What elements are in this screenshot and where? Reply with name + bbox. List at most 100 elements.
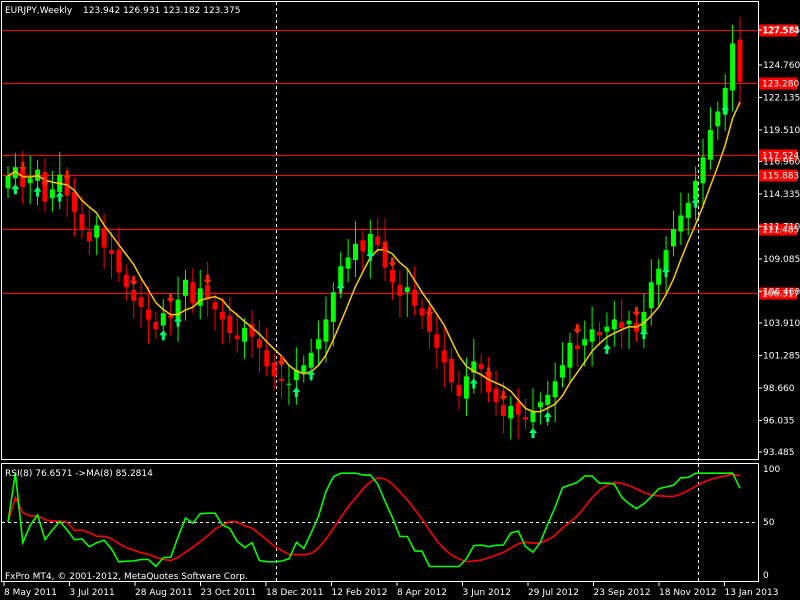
candle-body bbox=[493, 388, 499, 403]
candle-body bbox=[389, 269, 395, 283]
candle-body bbox=[101, 227, 107, 248]
candle-body bbox=[219, 311, 225, 320]
candle-body bbox=[234, 335, 240, 340]
candle-body bbox=[20, 169, 26, 187]
buy-signal-arrow-icon bbox=[602, 343, 611, 354]
candle-body bbox=[116, 250, 122, 273]
time-tick-label: 29 Jul 2012 bbox=[528, 588, 579, 598]
candle-body bbox=[611, 319, 617, 330]
candle-body bbox=[604, 326, 610, 332]
candle-body bbox=[523, 417, 529, 420]
candle-body bbox=[478, 363, 484, 369]
price-level-label: 115.883 bbox=[762, 172, 799, 182]
candle-body bbox=[308, 352, 314, 368]
candle-body bbox=[49, 189, 55, 199]
candle-body bbox=[286, 383, 292, 385]
buy-signal-arrow-icon bbox=[33, 186, 42, 197]
price-tick-label: 116.960 bbox=[763, 157, 800, 167]
sell-signal-arrow-icon bbox=[129, 275, 138, 286]
candle-body bbox=[582, 339, 588, 346]
candle-body bbox=[131, 289, 137, 301]
candle-body bbox=[508, 406, 514, 419]
candle-body bbox=[94, 225, 100, 238]
buy-signal-arrow-icon bbox=[336, 283, 345, 294]
candle-body bbox=[456, 384, 462, 397]
candle-body bbox=[242, 328, 248, 342]
candle-body bbox=[323, 319, 329, 342]
candle-body bbox=[434, 334, 440, 348]
price-tick-label: 122.135 bbox=[763, 93, 800, 103]
trading-chart[interactable]: 127.574123.280117.524115.883111.485106.3… bbox=[0, 0, 800, 600]
candle-body bbox=[404, 287, 410, 293]
candle-body bbox=[656, 268, 662, 285]
candle-body bbox=[42, 172, 48, 202]
candle-body bbox=[700, 157, 706, 184]
candle-body bbox=[530, 410, 536, 423]
candle-body bbox=[360, 240, 366, 252]
candle-body bbox=[737, 39, 743, 82]
candle-body bbox=[197, 288, 203, 306]
sell-signal-arrow-icon bbox=[18, 161, 27, 172]
rsi-tick-label: 100 bbox=[763, 465, 780, 475]
sell-signal-arrow-icon bbox=[499, 390, 508, 401]
sell-signal-arrow-icon bbox=[277, 356, 286, 367]
candle-body bbox=[537, 402, 543, 408]
price-tick-label: 114.335 bbox=[763, 190, 800, 200]
candle-body bbox=[168, 315, 174, 319]
candle-body bbox=[301, 365, 307, 373]
price-level-label: 123.280 bbox=[762, 80, 799, 90]
time-tick-label: 3 Jun 2012 bbox=[463, 588, 511, 598]
rsi-tick-label: 0 bbox=[763, 571, 769, 581]
candle-body bbox=[567, 342, 573, 368]
candle-body bbox=[730, 43, 736, 91]
buy-signal-arrow-icon bbox=[721, 104, 730, 115]
price-tick-label: 106.460 bbox=[763, 287, 800, 297]
price-tick-label: 124.760 bbox=[763, 61, 800, 71]
rsi-ma-line bbox=[7, 473, 741, 563]
time-tick-label: 28 Aug 2011 bbox=[135, 588, 193, 598]
rsi-label: RSI(8) 76.6571 ->MA(8) 85.2814 bbox=[5, 469, 153, 479]
buy-signal-arrow-icon bbox=[307, 369, 316, 380]
candle-body bbox=[574, 345, 580, 350]
candle-body bbox=[397, 284, 403, 296]
buy-signal-arrow-icon bbox=[11, 184, 20, 195]
sell-signal-arrow-icon bbox=[166, 293, 175, 304]
candle-body bbox=[375, 236, 381, 246]
candle-body bbox=[545, 394, 551, 405]
candle-body bbox=[685, 203, 691, 218]
price-tick-label: 103.910 bbox=[763, 319, 800, 329]
candle-body bbox=[345, 257, 351, 269]
candle-body bbox=[463, 376, 469, 399]
candle-body bbox=[27, 178, 33, 184]
candle-body bbox=[227, 315, 233, 334]
candle-body bbox=[412, 289, 418, 306]
candle-body bbox=[145, 309, 151, 320]
time-tick-label: 18 Nov 2012 bbox=[659, 588, 717, 598]
rsi-line bbox=[7, 472, 741, 568]
candle-body bbox=[441, 350, 447, 363]
candle-body bbox=[353, 243, 359, 260]
price-tick-label: 119.510 bbox=[763, 126, 800, 136]
candle-body bbox=[648, 282, 654, 309]
chart-title: EURJPY,Weekly bbox=[5, 6, 73, 16]
candle-body bbox=[153, 321, 159, 330]
candle-body bbox=[515, 402, 521, 415]
candle-body bbox=[160, 313, 166, 326]
sell-signal-arrow-icon bbox=[632, 306, 641, 317]
buy-signal-arrow-icon bbox=[639, 328, 648, 339]
candle-body bbox=[316, 339, 322, 350]
candle-body bbox=[5, 175, 11, 189]
candle-body bbox=[109, 250, 115, 254]
price-tick-label: 111.710 bbox=[763, 222, 800, 232]
sell-signal-arrow-icon bbox=[573, 324, 582, 335]
buy-signal-arrow-icon bbox=[174, 316, 183, 327]
sell-signal-arrow-icon bbox=[484, 367, 493, 378]
price-tick-label: 98.660 bbox=[763, 384, 795, 394]
candle-body bbox=[715, 111, 721, 127]
buy-signal-arrow-icon bbox=[528, 427, 537, 438]
candle-body bbox=[212, 302, 218, 310]
candle-body bbox=[693, 180, 699, 200]
buy-signal-arrow-icon bbox=[662, 267, 671, 278]
time-tick-label: 13 Jan 2013 bbox=[725, 588, 779, 598]
candle-body bbox=[626, 320, 632, 325]
